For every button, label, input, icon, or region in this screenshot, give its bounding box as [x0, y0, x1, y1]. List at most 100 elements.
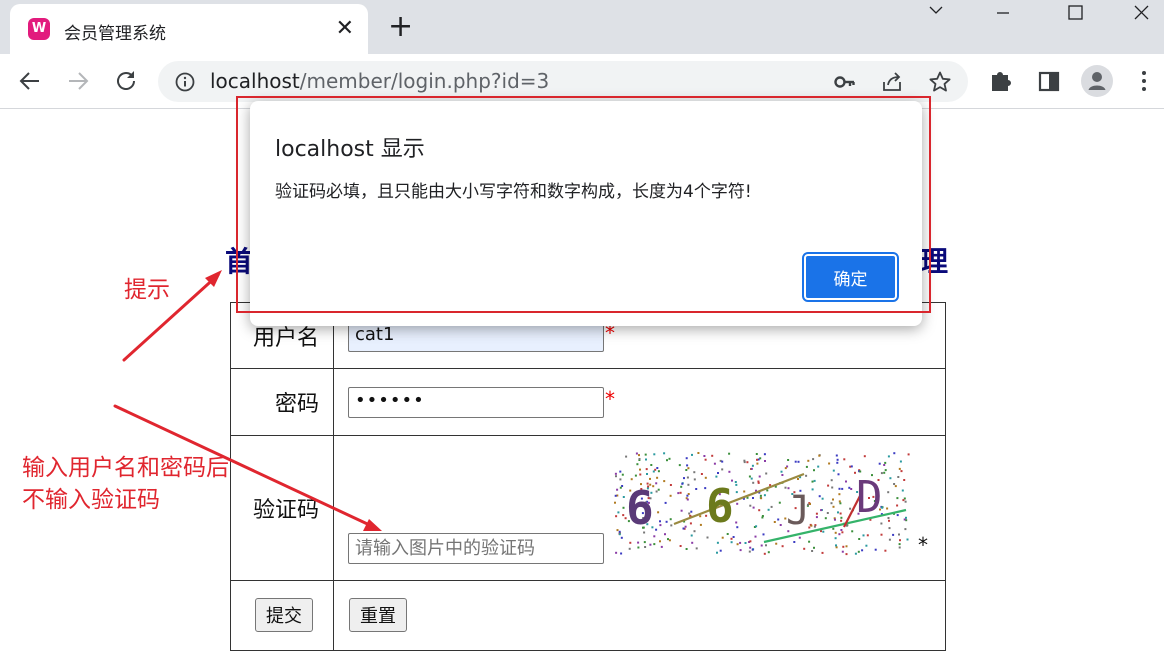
captcha-noise-dot — [618, 533, 621, 536]
info-icon[interactable] — [174, 71, 196, 93]
captcha-noise-dot — [765, 544, 767, 547]
reset-cell — [333, 580, 946, 651]
captcha-noise-dot — [749, 504, 752, 507]
captcha-noise-dot — [902, 499, 905, 502]
captcha-noise-dot — [639, 468, 641, 471]
captcha-noise-dot — [739, 549, 742, 552]
captcha-noise-dot — [874, 548, 877, 551]
captcha-noise-dot — [886, 507, 889, 510]
captcha-noise-dot — [621, 473, 624, 476]
captcha-noise-dot — [679, 545, 682, 547]
highlight-box — [236, 96, 931, 313]
table-row — [230, 580, 946, 651]
extensions-icon[interactable] — [983, 54, 1019, 109]
captcha-noise-dot — [743, 490, 746, 493]
captcha-noise-dot — [857, 550, 860, 553]
captcha-noise-dot — [898, 533, 900, 536]
tab-title: 会员管理系统 — [64, 24, 166, 44]
captcha-noise-dot — [669, 518, 672, 521]
reset-button[interactable]: 重置 — [349, 598, 407, 632]
captcha-noise-dot — [780, 470, 783, 473]
captcha-noise-dot — [907, 453, 910, 456]
captcha-noise-dot — [762, 533, 765, 536]
captcha-noise-dot — [689, 522, 692, 525]
menu-icon[interactable] — [1126, 54, 1162, 109]
maximize-icon[interactable] — [1052, 0, 1098, 30]
captcha-noise-dot — [686, 464, 689, 467]
window-close-icon[interactable] — [1118, 0, 1164, 30]
captcha-noise-dot — [766, 489, 769, 492]
url-host: localhost — [210, 69, 300, 93]
captcha-noise-dot — [638, 458, 641, 460]
captcha-noise-dot — [778, 501, 781, 504]
profile-icon[interactable] — [1079, 54, 1115, 109]
captcha-noise-dot — [761, 515, 764, 517]
captcha-noise-dot — [653, 535, 656, 538]
captcha-noise-dot — [765, 472, 768, 475]
reload-icon[interactable] — [108, 54, 144, 109]
captcha-noise-dot — [803, 547, 806, 550]
captcha-noise-dot — [686, 494, 689, 497]
captcha-noise-dot — [906, 538, 909, 541]
captcha-noise-dot — [752, 481, 755, 484]
captcha-noise-dot — [685, 469, 688, 471]
password-input[interactable]: •••••• — [348, 387, 604, 418]
captcha-noise-dot — [834, 531, 837, 534]
captcha-noise-dot — [836, 458, 839, 461]
password-label: 密码 — [230, 368, 334, 436]
captcha-input[interactable] — [348, 533, 604, 564]
forward-icon[interactable] — [60, 54, 96, 109]
captcha-noise-dot — [645, 468, 648, 471]
sidepanel-icon[interactable] — [1031, 54, 1067, 109]
minimize-window-icon[interactable] — [980, 0, 1026, 30]
captcha-noise-dot — [837, 511, 839, 514]
captcha-noise-dot — [695, 488, 698, 490]
captcha-noise-dot — [760, 497, 763, 500]
captcha-noise-dot — [903, 479, 906, 481]
minimize-icon[interactable] — [913, 0, 959, 30]
close-icon[interactable]: ✕ — [336, 14, 354, 44]
captcha-noise-dot — [832, 527, 835, 530]
back-icon[interactable] — [12, 54, 48, 109]
captcha-noise-dot — [636, 463, 639, 466]
captcha-noise-dot — [845, 553, 848, 556]
captcha-noise-dot — [835, 546, 838, 549]
captcha-noise-dot — [687, 467, 690, 470]
captcha-noise-dot — [849, 507, 852, 510]
captcha-noise-dot — [775, 542, 778, 545]
star-icon[interactable] — [928, 70, 952, 94]
captcha-noise-dot — [831, 486, 834, 489]
captcha-noise-dot — [615, 551, 618, 554]
captcha-noise-dot — [898, 546, 901, 549]
captcha-noise-dot — [810, 524, 813, 527]
annotation-note-line1: 输入用户名和密码后 — [22, 455, 229, 481]
share-icon[interactable] — [880, 70, 904, 94]
captcha-noise-dot — [663, 452, 666, 455]
captcha-noise-dot — [683, 477, 685, 480]
captcha-image[interactable]: 6 6 J D — [614, 452, 910, 556]
captcha-noise-dot — [699, 523, 702, 526]
captcha-noise-dot — [889, 477, 892, 480]
captcha-noise-dot — [845, 545, 848, 548]
key-icon[interactable] — [833, 71, 857, 93]
submit-button[interactable]: 提交 — [255, 598, 313, 632]
captcha-noise-dot — [781, 545, 784, 548]
url-text[interactable]: localhost/member/login.php?id=3 — [210, 69, 549, 93]
captcha-noise-dot — [634, 474, 637, 477]
captcha-label: 验证码 — [230, 435, 334, 581]
tab-member-system[interactable]: W 会员管理系统 ✕ — [10, 4, 368, 54]
plus-icon[interactable]: + — [388, 10, 413, 44]
captcha-noise-dot — [883, 471, 886, 474]
captcha-noise-dot — [798, 536, 801, 539]
captcha-noise-dot — [677, 492, 680, 495]
captcha-noise-dot — [832, 505, 835, 508]
captcha-noise-dot — [739, 541, 742, 544]
captcha-noise-dot — [863, 455, 866, 458]
captcha-noise-dot — [841, 531, 844, 534]
captcha-noise-dot — [750, 477, 753, 480]
captcha-noise-dot — [643, 541, 646, 544]
captcha-noise-dot — [839, 502, 842, 505]
captcha-noise-dot — [688, 512, 691, 515]
captcha-noise-dot — [657, 470, 660, 473]
captcha-noise-dot — [736, 502, 739, 505]
